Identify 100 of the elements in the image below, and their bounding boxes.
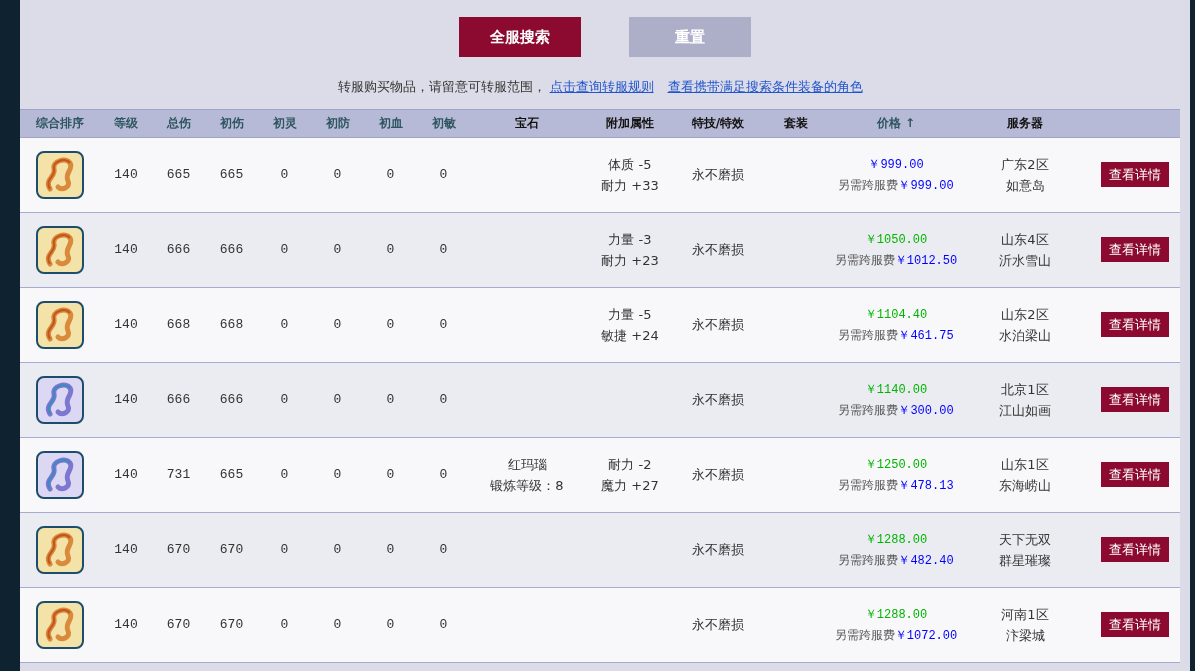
- fee-label: 另需跨服费: [838, 478, 899, 492]
- column-header[interactable]: 价格 ↑: [832, 109, 960, 137]
- column-header[interactable]: 初血: [364, 109, 417, 137]
- table-cell: 0: [364, 287, 417, 362]
- attribute-text: 敏捷 +24: [600, 326, 660, 345]
- attribute-text: 魔力 +27: [600, 476, 660, 495]
- gem-text: 锻炼等级：8: [489, 476, 565, 495]
- table-cell: 0: [258, 437, 311, 512]
- table-cell: 140: [100, 437, 152, 512]
- server-text: 汴梁城: [1004, 626, 1046, 645]
- table-cell: 665: [152, 137, 205, 212]
- table-cell: 0: [311, 362, 364, 437]
- notice-link[interactable]: 查看携带满足搜索条件装备的角色: [667, 79, 863, 94]
- server-text: 水泊梁山: [998, 326, 1052, 345]
- table-cell: 0: [311, 587, 364, 662]
- price-text: ￥1050.00: [864, 232, 928, 249]
- fee-amount: ￥1012.50: [894, 254, 958, 268]
- table-cell: 140: [100, 512, 152, 587]
- details-button[interactable]: 查看详情: [1101, 236, 1169, 263]
- column-header[interactable]: 初敏: [417, 109, 470, 137]
- details-button[interactable]: 查看详情: [1101, 386, 1169, 413]
- server-text: 广东2区: [1000, 155, 1050, 174]
- table-cell: 0: [417, 512, 470, 587]
- table-cell: 0: [417, 212, 470, 287]
- details-button[interactable]: 查看详情: [1101, 311, 1169, 338]
- column-header[interactable]: 初伤: [205, 109, 258, 137]
- server-text: 河南1区: [1000, 605, 1050, 624]
- table-cell: 140: [100, 212, 152, 287]
- column-header: 附加属性: [584, 109, 676, 137]
- server-text: 山东1区: [1000, 455, 1050, 474]
- table-cell: 0: [258, 212, 311, 287]
- table-cell: 0: [258, 137, 311, 212]
- item-icon[interactable]: [36, 375, 84, 424]
- table-cell: 0: [311, 212, 364, 287]
- table-cell: 0: [311, 437, 364, 512]
- table-cell: 665: [205, 437, 258, 512]
- table-cell: 0: [258, 287, 311, 362]
- price-text: ￥1104.40: [864, 307, 928, 324]
- table-cell: 668: [152, 287, 205, 362]
- item-icon[interactable]: [36, 225, 84, 274]
- search-button[interactable]: 全服搜索: [459, 17, 581, 57]
- special-text: 永不磨损: [692, 316, 744, 332]
- item-icon[interactable]: [36, 600, 84, 649]
- price-text: ￥1288.00: [864, 532, 928, 549]
- details-button[interactable]: 查看详情: [1101, 611, 1169, 638]
- details-button[interactable]: 查看详情: [1101, 536, 1169, 563]
- price-text: ￥1250.00: [864, 457, 928, 474]
- attribute-text: 耐力 -2: [607, 455, 653, 474]
- fee-amount: ￥478.13: [898, 479, 954, 493]
- special-text: 永不磨损: [692, 466, 744, 482]
- column-header: 套装: [760, 109, 832, 137]
- fee-label: 另需跨服费: [838, 403, 899, 417]
- server-text: 山东4区: [1000, 230, 1050, 249]
- fee-amount: ￥300.00: [898, 404, 954, 418]
- server-text: 东海崂山: [998, 476, 1052, 495]
- table-cell: 666: [152, 212, 205, 287]
- column-header[interactable]: 总伤: [152, 109, 205, 137]
- column-header: 宝石: [470, 109, 584, 137]
- notice-link[interactable]: 点击查询转服规则: [549, 79, 654, 94]
- column-header[interactable]: 综合排序: [20, 109, 100, 137]
- server-text: 群星璀璨: [998, 551, 1052, 570]
- server-text: 沂水雪山: [998, 251, 1052, 270]
- column-header[interactable]: 等级: [100, 109, 152, 137]
- attribute-text: 体质 -5: [607, 155, 653, 174]
- column-header[interactable]: 初灵: [258, 109, 311, 137]
- server-text: 山东2区: [1000, 305, 1050, 324]
- table-cell: 0: [258, 587, 311, 662]
- table-cell: 140: [100, 362, 152, 437]
- table-cell: 0: [417, 587, 470, 662]
- table-cell: 140: [100, 137, 152, 212]
- column-header: 服务器: [960, 109, 1090, 137]
- column-header: 特技/特效: [676, 109, 760, 137]
- table-cell: 0: [417, 287, 470, 362]
- item-icon[interactable]: [36, 300, 84, 349]
- item-icon[interactable]: [36, 525, 84, 574]
- table-cell: 670: [152, 587, 205, 662]
- table-cell: 0: [364, 212, 417, 287]
- item-icon[interactable]: [36, 450, 84, 499]
- fee-label: 另需跨服费: [838, 328, 899, 342]
- price-text: ￥1288.00: [864, 607, 928, 624]
- server-text: 如意岛: [1004, 176, 1046, 195]
- item-icon[interactable]: [36, 150, 84, 199]
- table-cell: 0: [417, 362, 470, 437]
- table-cell: 0: [311, 137, 364, 212]
- table-cell: 0: [311, 512, 364, 587]
- table-cell: 731: [152, 437, 205, 512]
- column-header[interactable]: 初防: [311, 109, 364, 137]
- table-cell: 670: [152, 512, 205, 587]
- details-button[interactable]: 查看详情: [1101, 461, 1169, 488]
- details-button[interactable]: 查看详情: [1101, 161, 1169, 188]
- fee-label: 另需跨服费: [834, 253, 895, 267]
- table-cell: 0: [258, 512, 311, 587]
- table-cell: 140: [100, 587, 152, 662]
- attribute-text: 力量 -3: [607, 230, 653, 249]
- special-text: 永不磨损: [692, 541, 744, 557]
- table-cell: 0: [364, 362, 417, 437]
- fee-amount: ￥999.00: [898, 179, 954, 193]
- table-cell: 0: [364, 512, 417, 587]
- gem-text: 红玛瑙: [506, 455, 548, 474]
- price-text: ￥999.00: [868, 157, 924, 174]
